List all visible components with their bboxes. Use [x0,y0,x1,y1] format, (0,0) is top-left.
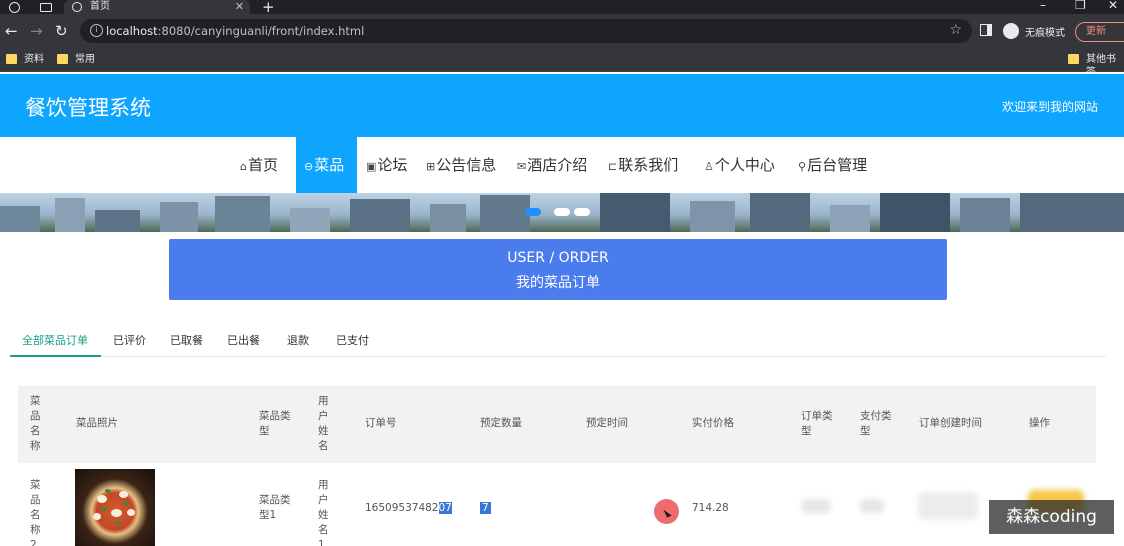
nav-item-contact[interactable]: ⊏联系我们 [608,137,678,193]
incognito-label: 无痕模式 [1025,28,1065,39]
header-dish-photo: 菜品照片 [76,417,118,429]
cell-dish-name: 菜品名称2 [30,479,41,546]
hotel-icon: ✉ [517,160,527,173]
close-tab-icon[interactable]: ✕ [235,0,244,14]
nav-item-user-center[interactable]: ♙个人中心 [704,137,775,193]
header-actions: 操作 [1029,417,1050,429]
user-icon: ♙ [704,160,714,173]
nav-item-admin[interactable]: ⚲后台管理 [798,137,867,193]
tab-refund[interactable]: 退款 [287,325,309,357]
nav-item-forum[interactable]: ▣论坛 [366,137,407,193]
restore-icon[interactable]: ❐ [1075,0,1086,12]
minimize-icon[interactable]: – [1040,0,1046,12]
folder-icon [57,54,68,64]
order-title-en: USER / ORDER [507,250,609,266]
notice-icon: ⊞ [426,160,436,173]
tab-reviewed[interactable]: 已评价 [113,325,146,357]
header-order-type: 订单类型 [801,410,833,437]
bookmark-folder[interactable]: 常用 [57,53,95,66]
cell-order-type [801,499,831,513]
order-title-cn: 我的菜品订单 [516,275,600,291]
info-icon[interactable]: i [90,24,103,37]
cell-order-no[interactable]: 1650953748207 [365,501,452,516]
site-title: 餐饮管理系统 [25,96,151,120]
active-tab-indicator [10,355,101,357]
tab-served[interactable]: 已出餐 [227,325,260,357]
header-created-time: 订单创建时间 [919,417,982,429]
bookmark-folder[interactable]: 资料 [6,53,44,66]
tab-all-orders[interactable]: 全部菜品订单 [22,325,88,357]
cell-price: 714.28 [692,502,729,514]
update-button[interactable]: 更新 [1075,22,1124,42]
order-section-header: USER / ORDER 我的菜品订单 [169,239,947,300]
browser-tab-strip: 首页 ✕ + – ❐ ✕ [0,0,1124,16]
nav-item-hotel[interactable]: ✉酒店介绍 [517,137,587,193]
nav-item-dishes[interactable]: ⊖菜品 [296,137,357,193]
table-header: 菜品名称 菜品照片 菜品类型 用户姓名 订单号 预定数量 预定时间 实付价格 订… [18,386,1096,463]
globe-icon [72,2,82,12]
close-window-icon[interactable]: ✕ [1108,0,1118,12]
header-price: 实付价格 [692,417,734,429]
site-header: 餐饮管理系统 欢迎来到我的网站 [0,74,1124,137]
browser-menu-icon[interactable] [9,2,20,13]
browser-toolbar: ← → ↻ i localhost:8080/canyinguanli/fron… [0,14,1124,48]
bookmarks-bar: 资料 常用 其他书签 [0,48,1124,78]
nav-item-home[interactable]: ⌂首页 [240,137,278,193]
forum-icon: ▣ [366,160,377,173]
cell-user-name: 用户姓名1 [318,479,329,546]
contact-icon: ⊏ [608,160,618,173]
watermark: 森森coding [989,500,1114,534]
link-icon: ⚲ [798,160,807,173]
header-user-name: 用户姓名 [318,395,329,452]
header-pay-type: 支付类型 [860,410,892,437]
back-icon[interactable]: ← [5,22,18,40]
browser-tab[interactable]: 首页 ✕ [64,0,250,14]
main-nav: ⌂首页 ⊖菜品 ▣论坛 ⊞公告信息 ✉酒店介绍 ⊏联系我们 ♙个人中心 ⚲后台管… [0,137,1124,193]
reload-icon[interactable]: ↻ [55,22,68,40]
cell-dish-type: 菜品类型1 [259,494,291,521]
header-order-no: 订单号 [365,417,397,429]
tab-search-icon[interactable] [40,3,52,12]
header-quantity: 预定数量 [480,417,522,429]
header-dish-name: 菜品名称 [30,395,41,452]
url-text[interactable]: localhost:8080/canyinguanli/front/index.… [106,24,364,38]
browser-tab-title: 首页 [90,1,110,12]
dish-icon: ⊖ [304,160,314,173]
dish-photo [75,469,155,546]
tab-paid[interactable]: 已支付 [336,325,369,357]
cell-created-time [918,492,978,520]
tab-picked-up[interactable]: 已取餐 [170,325,203,357]
header-dish-type: 菜品类型 [259,410,291,437]
orders-table: 菜品名称 菜品照片 菜品类型 用户姓名 订单号 预定数量 预定时间 实付价格 订… [18,386,1096,546]
carousel-dot[interactable] [554,208,570,216]
cell-pay-type [860,499,884,513]
order-status-tabs: 全部菜品订单 已评价 已取餐 已出餐 退款 已支付 [10,325,1106,357]
carousel-dot[interactable] [574,208,590,216]
address-bar[interactable]: i localhost:8080/canyinguanli/front/inde… [80,19,972,43]
header-booking-time: 预定时间 [586,417,628,429]
incognito-icon [1003,23,1019,39]
folder-icon [6,54,17,64]
bookmark-star-icon[interactable]: ☆ [949,22,962,38]
side-panel-icon[interactable] [980,24,992,36]
forward-icon[interactable]: → [30,22,43,40]
cell-quantity[interactable]: 7 [480,501,491,516]
home-icon: ⌂ [240,160,247,173]
folder-icon [1068,54,1079,64]
carousel-dot[interactable] [525,208,541,216]
banner-carousel[interactable] [0,193,1124,232]
welcome-text: 欢迎来到我的网站 [1001,100,1098,114]
nav-item-notices[interactable]: ⊞公告信息 [426,137,496,193]
